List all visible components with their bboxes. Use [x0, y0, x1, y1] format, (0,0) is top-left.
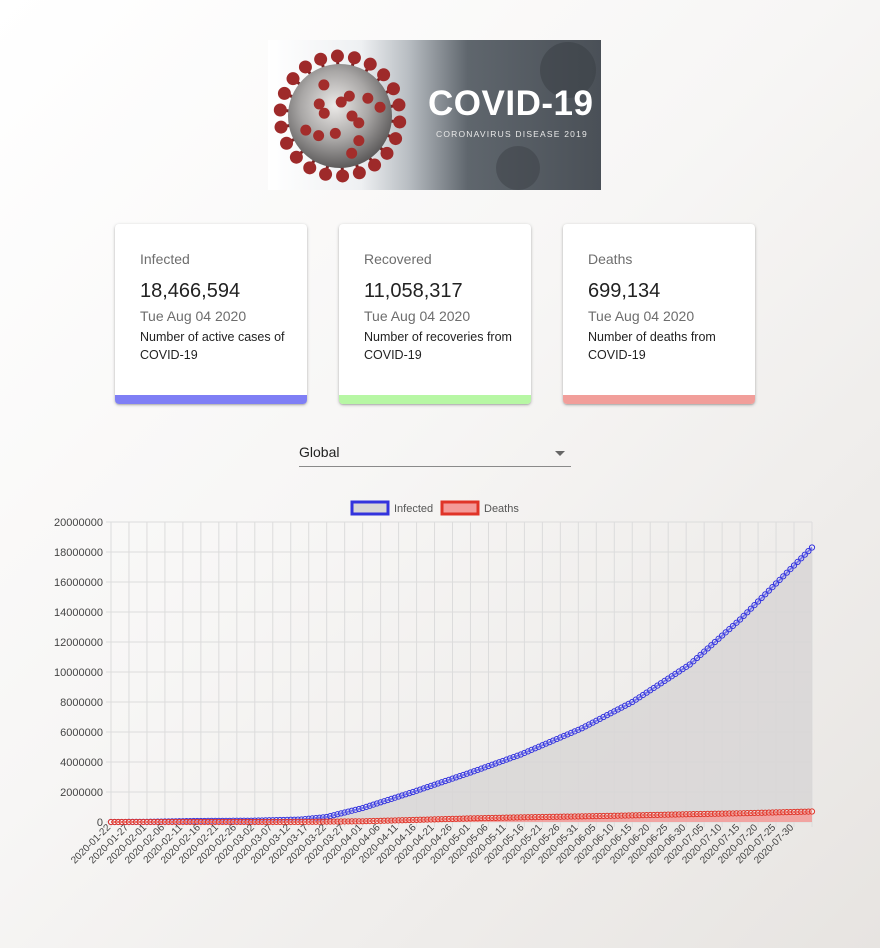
- card-title: Deaths: [588, 251, 633, 267]
- infected-card: Infected 18,466,594 Tue Aug 04 2020 Numb…: [115, 224, 307, 404]
- y-tick-label: 20000000: [54, 517, 103, 529]
- card-date: Tue Aug 04 2020: [588, 308, 695, 324]
- card-description: Number of deaths from COVID-19: [588, 330, 716, 362]
- deaths-card: Deaths 699,134 Tue Aug 04 2020 Number of…: [563, 224, 755, 404]
- card-value: 699,134: [588, 280, 661, 302]
- y-tick-label: 10000000: [54, 667, 103, 679]
- y-tick-label: 4000000: [60, 757, 103, 769]
- y-tick-label: 16000000: [54, 577, 103, 589]
- legend-label-deaths[interactable]: Deaths: [484, 503, 519, 515]
- y-tick-label: 18000000: [54, 547, 103, 559]
- legend-swatch-infected[interactable]: [350, 500, 390, 516]
- card-description: Number of recoveries from COVID-19: [364, 330, 512, 362]
- card-accent-bar: [339, 395, 531, 404]
- card-accent-bar: [115, 395, 307, 404]
- card-value: 11,058,317: [364, 280, 463, 302]
- y-tick-label: 6000000: [60, 727, 103, 739]
- cases-line-chart: 0200000040000006000000800000010000000120…: [54, 500, 816, 866]
- banner-subtitle: CORONAVIRUS DISEASE 2019: [436, 129, 588, 139]
- country-select[interactable]: Global: [299, 440, 571, 467]
- card-title: Recovered: [364, 251, 432, 267]
- recovered-card: Recovered 11,058,317 Tue Aug 04 2020 Num…: [339, 224, 531, 404]
- card-value: 18,466,594: [140, 280, 241, 302]
- legend-label-infected[interactable]: Infected: [394, 503, 433, 515]
- y-tick-label: 2000000: [60, 787, 103, 799]
- data-point-infected[interactable]: [808, 544, 816, 551]
- card-accent-bar: [563, 395, 755, 404]
- card-date: Tue Aug 04 2020: [140, 308, 247, 324]
- card-date: Tue Aug 04 2020: [364, 308, 471, 324]
- card-title: Infected: [140, 251, 190, 267]
- y-tick-label: 8000000: [60, 697, 103, 709]
- dropdown-arrow-icon: [555, 451, 565, 456]
- y-tick-label: 12000000: [54, 637, 103, 649]
- banner-title: COVID-19: [428, 84, 594, 123]
- data-point-deaths[interactable]: [808, 808, 816, 815]
- country-select-value: Global: [299, 444, 340, 460]
- legend-swatch-deaths[interactable]: [440, 500, 480, 516]
- covid-banner: COVID-19 CORONAVIRUS DISEASE 2019: [268, 40, 601, 190]
- series-area-infected: [111, 547, 812, 822]
- card-description: Number of active cases of COVID-19: [140, 330, 285, 362]
- y-tick-label: 14000000: [54, 607, 103, 619]
